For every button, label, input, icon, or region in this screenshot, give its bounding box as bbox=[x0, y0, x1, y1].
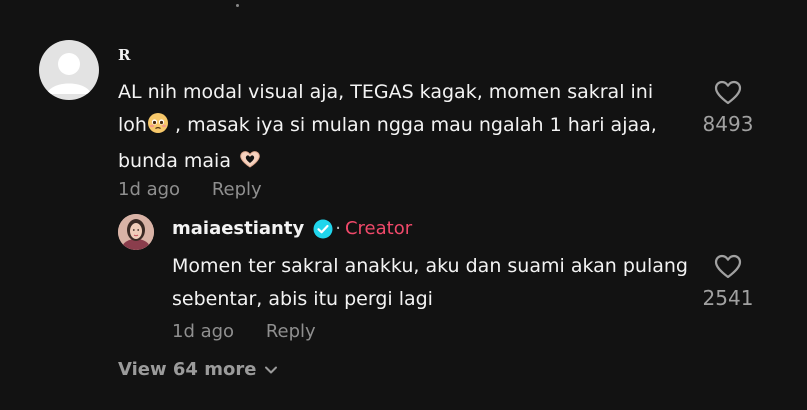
heart-hands-icon bbox=[237, 148, 263, 181]
pleading-face-icon bbox=[147, 112, 169, 145]
comment-age: 1d ago bbox=[118, 179, 181, 200]
reply-reply-button[interactable]: Reply bbox=[266, 321, 316, 342]
view-more-replies-button[interactable]: View 64 more bbox=[118, 359, 278, 380]
reply-age: 1d ago bbox=[172, 321, 235, 342]
comment-username[interactable]: R bbox=[118, 46, 130, 64]
chevron-down-icon bbox=[265, 366, 278, 373]
separator-dot: · bbox=[335, 218, 341, 239]
reply-text: Momen ter sakral anakku, aku dan suami a… bbox=[172, 255, 688, 310]
comment-text: AL nih modal visual aja, TEGAS kagak, mo… bbox=[118, 76, 678, 181]
reply-button[interactable]: Reply bbox=[212, 179, 262, 200]
reply-header: maiaestianty · Creator bbox=[172, 218, 412, 239]
profile-photo-icon bbox=[118, 214, 154, 250]
like-button[interactable]: 8493 bbox=[693, 80, 763, 136]
avatar-default[interactable] bbox=[39, 40, 99, 100]
user-silhouette-icon bbox=[47, 53, 91, 94]
view-more-label: View 64 more bbox=[118, 359, 257, 380]
reply-like-count: 2541 bbox=[702, 286, 754, 310]
creator-badge: Creator bbox=[344, 218, 413, 239]
heart-outline-icon bbox=[714, 80, 742, 105]
reply-meta: 1d ago Reply bbox=[172, 321, 342, 342]
avatar-maiaestianty[interactable] bbox=[118, 214, 154, 250]
scroll-indicator-dot bbox=[236, 4, 239, 7]
reply-username[interactable]: maiaestianty bbox=[172, 218, 304, 239]
heart-outline-icon bbox=[714, 254, 742, 279]
reply-like-button[interactable]: 2541 bbox=[693, 254, 763, 310]
like-count: 8493 bbox=[702, 112, 754, 136]
comment-meta: 1d ago Reply bbox=[118, 179, 288, 200]
verified-badge-icon bbox=[313, 219, 333, 238]
comment-text-part2: , masak iya si mulan ngga mau ngalah 1 h… bbox=[118, 114, 657, 172]
